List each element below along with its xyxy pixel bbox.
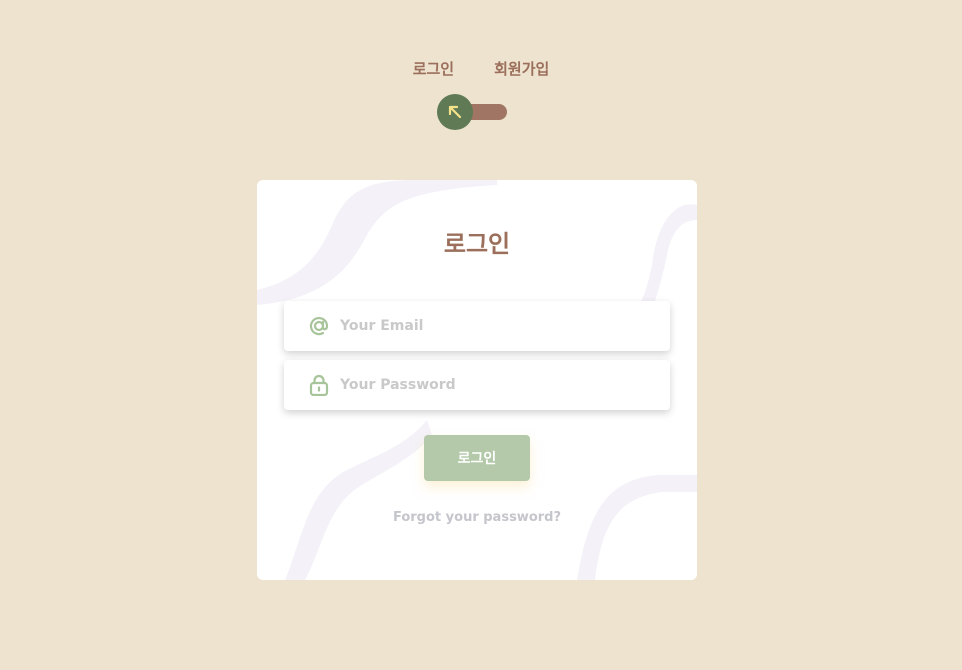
forgot-password-link[interactable]: Forgot your password? [257,510,697,525]
password-field[interactable] [284,360,670,410]
lock-icon [308,374,330,396]
email-field[interactable] [284,301,670,351]
auth-mode-toggle-labels: 로그인 회원가입 [0,58,962,79]
card-title: 로그인 [443,230,511,258]
arrow-up-left-icon [448,105,462,119]
at-sign-icon [308,315,330,337]
login-submit-button[interactable]: 로그인 [424,435,530,481]
toggle-signup-label[interactable]: 회원가입 [494,58,549,79]
login-card: 로그인 로그인 Forgot your password? [257,180,697,580]
auth-mode-toggle-knob[interactable] [437,94,473,130]
password-input[interactable] [338,376,642,394]
email-input[interactable] [338,317,642,335]
toggle-login-label[interactable]: 로그인 [413,58,454,79]
